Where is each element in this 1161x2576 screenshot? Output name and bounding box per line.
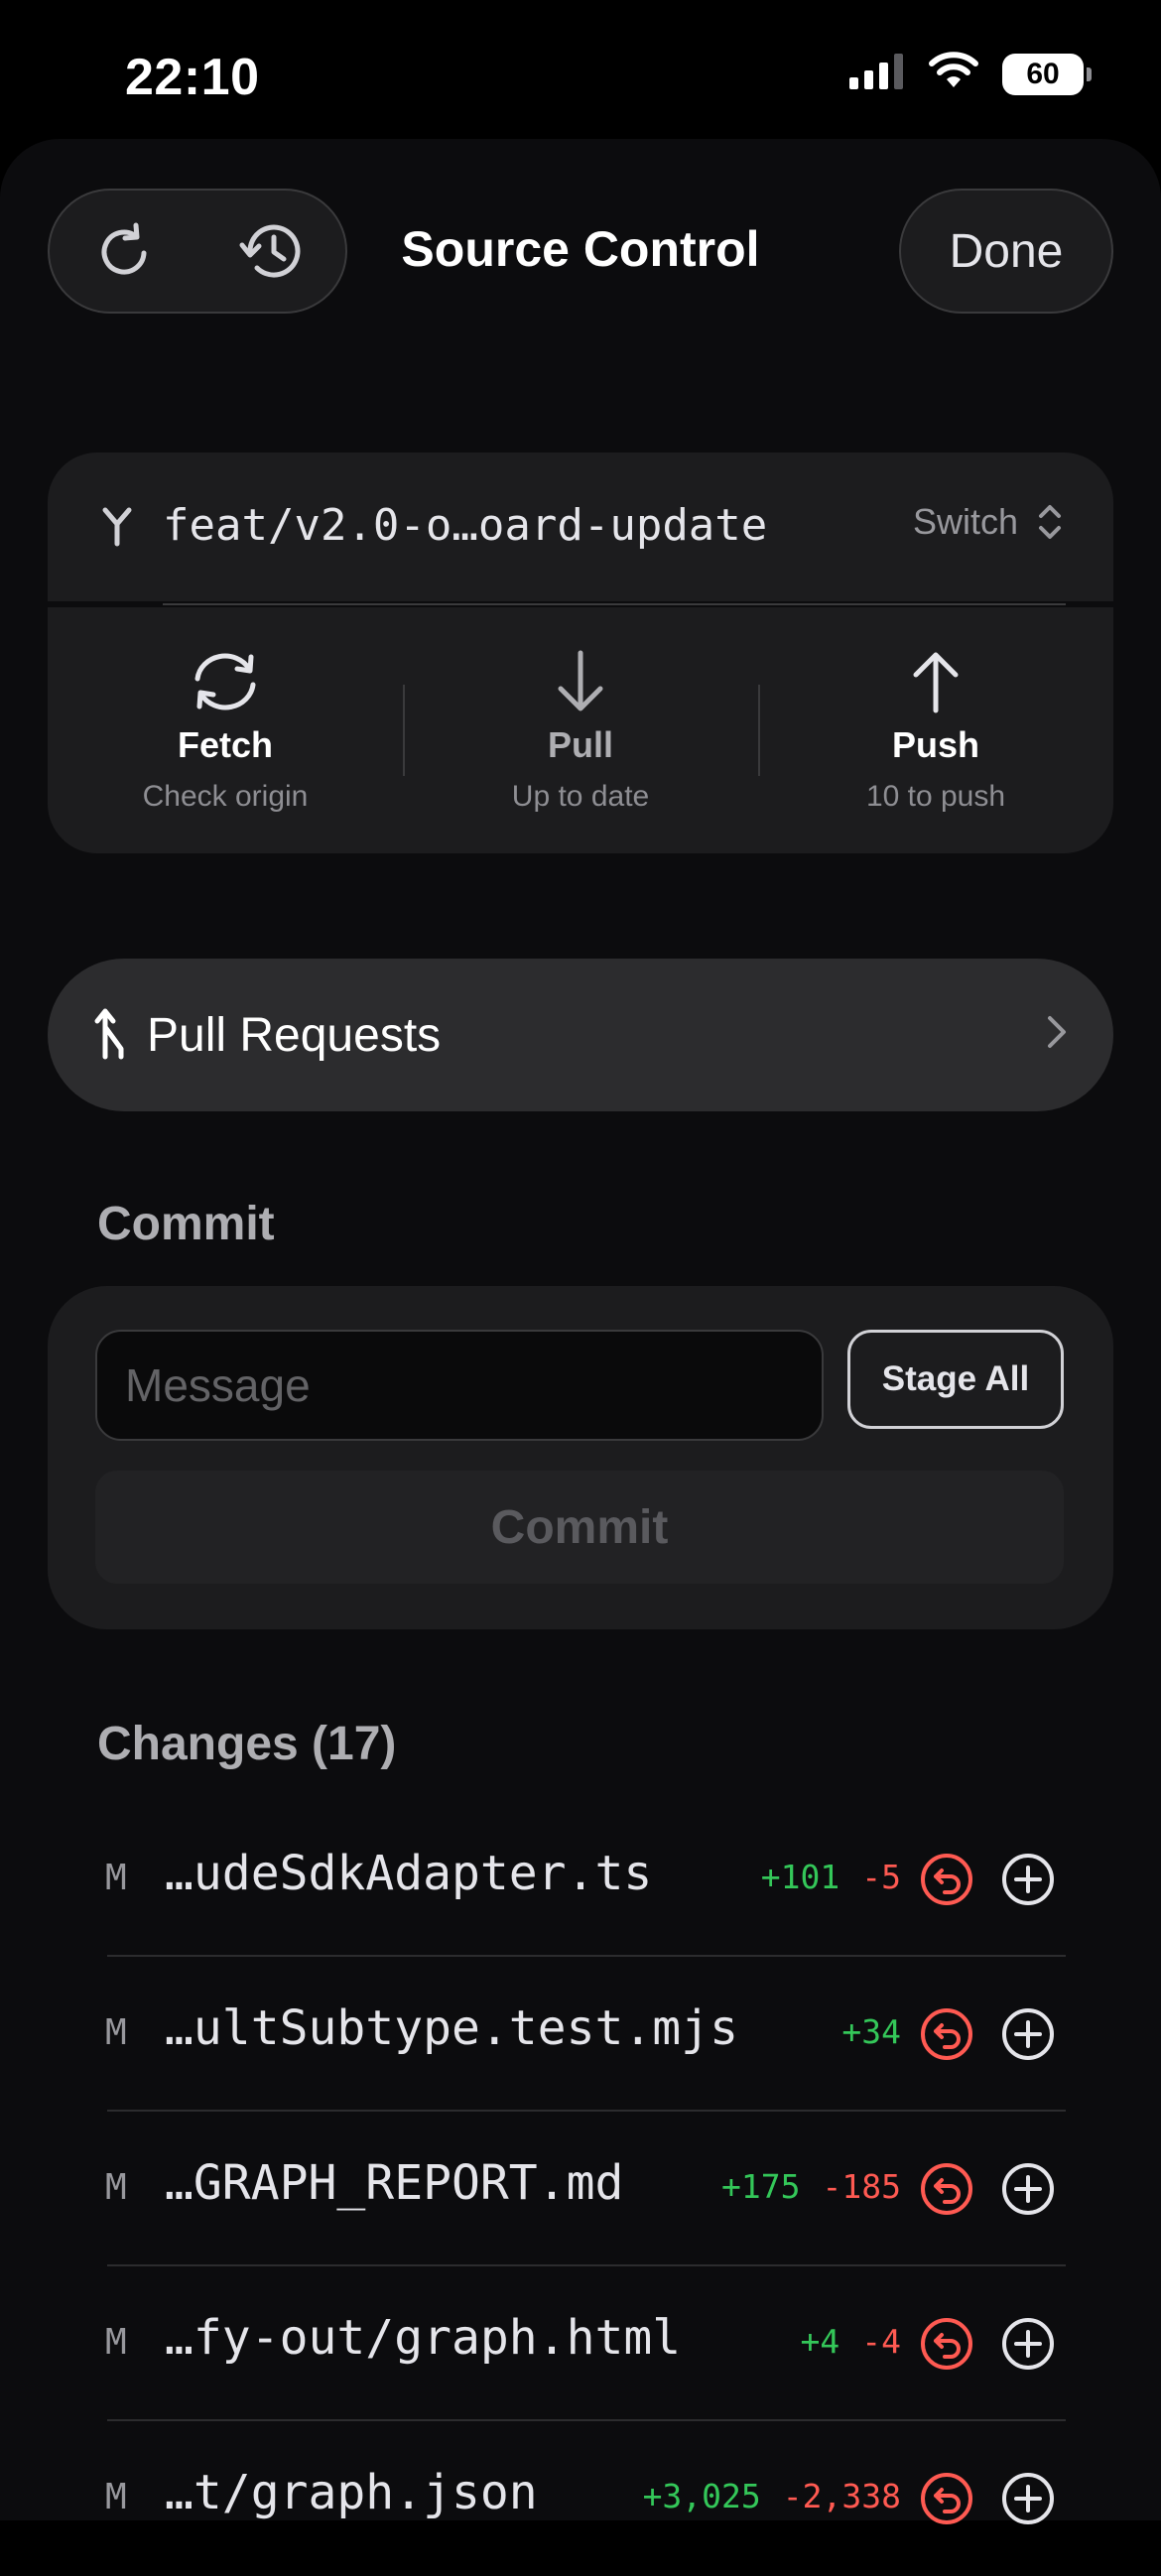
push-button[interactable]: Push 10 to push — [758, 607, 1113, 853]
plus-circle-icon — [1002, 2008, 1054, 2060]
change-status: M — [105, 2012, 127, 2053]
push-label: Push — [891, 724, 979, 765]
revert-button[interactable] — [917, 2004, 976, 2064]
stage-button[interactable] — [998, 2469, 1058, 2528]
branch-name: feat/v2.0-o…oard-update — [163, 500, 768, 551]
stage-button[interactable] — [998, 2314, 1058, 2374]
change-file-name: …fy-out/graph.html — [165, 2310, 682, 2366]
revert-icon — [921, 2473, 972, 2524]
revert-button[interactable] — [917, 2314, 976, 2374]
battery-icon: 60 — [1002, 53, 1092, 95]
change-row[interactable]: M …t/graph.json +3,025 -2,338 — [0, 2421, 1161, 2576]
change-row[interactable]: M …ultSubtype.test.mjs +34 — [0, 1957, 1161, 2112]
changes-section-title: Changes (17) — [97, 1718, 397, 1770]
fetch-status: Check origin — [142, 780, 309, 813]
change-status: M — [105, 2322, 127, 2363]
change-status: M — [105, 2477, 127, 2517]
switch-label: Switch — [912, 501, 1018, 542]
commit-button[interactable]: Commit — [95, 1471, 1064, 1584]
history-button[interactable] — [227, 206, 317, 296]
lines-removed: -4 — [861, 2322, 901, 2361]
fetch-label: Fetch — [177, 724, 273, 765]
lines-added: +3,025 — [642, 2477, 761, 2515]
branch-divider — [163, 603, 1066, 605]
push-status: 10 to push — [865, 780, 1006, 813]
revert-button[interactable] — [917, 2159, 976, 2219]
change-file-name: …udeSdkAdapter.ts — [165, 1846, 653, 1901]
revert-button[interactable] — [917, 1850, 976, 1909]
plus-circle-icon — [1002, 2473, 1054, 2524]
pull-label: Pull — [547, 724, 613, 765]
diff-stats: +175 -185 — [721, 2167, 901, 2206]
revert-icon — [921, 2008, 972, 2060]
change-row[interactable]: M …GRAPH_REPORT.md +175 -185 — [0, 2112, 1161, 2266]
stage-button[interactable] — [998, 2159, 1058, 2219]
change-file-name: …GRAPH_REPORT.md — [165, 2155, 624, 2211]
change-status: M — [105, 2167, 127, 2208]
status-time: 22:10 — [125, 49, 260, 106]
sync-actions: Fetch Check origin Pull Up to date Push … — [48, 607, 1113, 853]
diff-stats: +3,025 -2,338 — [643, 2477, 901, 2515]
refresh-icon — [101, 222, 146, 275]
lines-added: +101 — [760, 1858, 840, 1896]
plus-circle-icon — [1002, 1854, 1054, 1905]
commit-card: Stage All Commit — [48, 1286, 1113, 1629]
branch-selector[interactable]: feat/v2.0-o…oard-update Switch — [48, 452, 1113, 601]
change-row[interactable]: M …udeSdkAdapter.ts +101 -5 — [0, 1802, 1161, 1957]
switch-branch-button[interactable]: Switch — [913, 500, 1064, 544]
change-status: M — [105, 1858, 127, 1898]
wifi-icon — [927, 52, 980, 96]
revert-icon — [921, 2318, 972, 2370]
commit-message-input[interactable] — [95, 1330, 824, 1441]
diff-stats: +4 -4 — [801, 2322, 902, 2361]
cellular-signal-icon — [849, 52, 905, 96]
chevron-right-icon — [1044, 1012, 1070, 1057]
plus-circle-icon — [1002, 2163, 1054, 2215]
change-file-name: …ultSubtype.test.mjs — [165, 2000, 738, 2056]
header-left-controls — [48, 189, 347, 314]
battery-level: 60 — [1026, 57, 1060, 90]
lines-removed: -2,338 — [782, 2477, 901, 2515]
pull-requests-label: Pull Requests — [147, 1008, 442, 1062]
pull-requests-row[interactable]: Pull Requests — [48, 959, 1113, 1111]
stage-all-button[interactable]: Stage All — [847, 1330, 1064, 1429]
arrow-up-icon — [913, 652, 959, 713]
chevron-up-down-icon — [1039, 505, 1061, 539]
lines-added: +34 — [841, 2012, 901, 2051]
arrow-down-icon — [558, 650, 603, 711]
stage-button[interactable] — [998, 1850, 1058, 1909]
stage-button[interactable] — [998, 2004, 1058, 2064]
refresh-button[interactable] — [79, 206, 169, 296]
branch-icon — [97, 504, 137, 553]
fetch-button[interactable]: Fetch Check origin — [48, 607, 403, 853]
status-bar: 22:10 60 — [0, 0, 1161, 139]
change-row[interactable]: M …fy-out/graph.html +4 -4 — [0, 2266, 1161, 2421]
lines-added: +175 — [721, 2167, 801, 2206]
diff-stats: +34 — [841, 2012, 901, 2051]
revert-icon — [921, 2163, 972, 2215]
pull-button[interactable]: Pull Up to date — [403, 607, 758, 853]
fetch-icon — [194, 653, 256, 710]
revert-button[interactable] — [917, 2469, 976, 2528]
plus-circle-icon — [1002, 2318, 1054, 2370]
revert-icon — [921, 1854, 972, 1905]
done-button[interactable]: Done — [899, 189, 1113, 314]
pull-request-icon — [93, 1005, 127, 1066]
lines-removed: -5 — [861, 1858, 901, 1896]
history-icon — [239, 224, 300, 278]
pull-status: Up to date — [511, 780, 650, 813]
status-icons: 60 — [849, 52, 1092, 96]
lines-added: +4 — [800, 2322, 840, 2361]
diff-stats: +101 -5 — [761, 1858, 901, 1896]
commit-section-title: Commit — [97, 1198, 275, 1250]
lines-removed: -185 — [822, 2167, 901, 2206]
